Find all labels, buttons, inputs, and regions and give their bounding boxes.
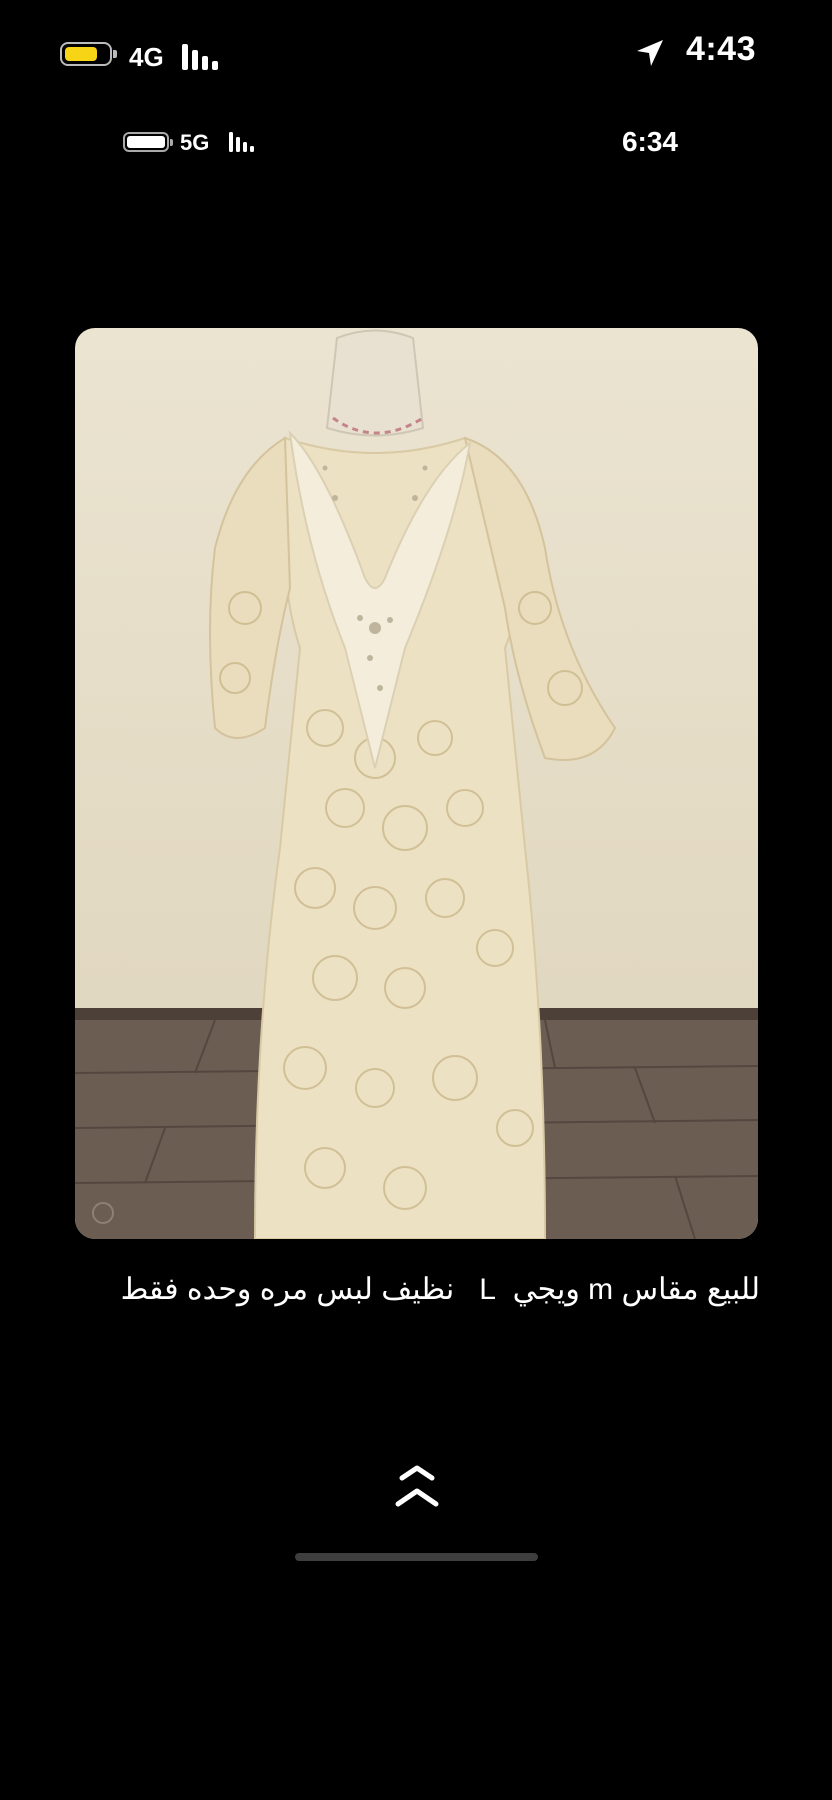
location-arrow-icon: [635, 38, 665, 73]
status-time: 4:43: [685, 30, 756, 68]
haraj-logo: حراج: [622, 1735, 832, 1800]
network-type-label: 5G: [180, 130, 210, 155]
battery-icon: [60, 42, 117, 66]
signal-bars-icon: [182, 44, 226, 75]
signal-bars-icon: [229, 132, 259, 157]
battery-icon: [123, 132, 173, 152]
chevron-up-icon[interactable]: [390, 1460, 444, 1515]
status-time: 6:34: [621, 126, 678, 157]
network-type-label: 4G: [129, 42, 164, 72]
product-photo[interactable]: [75, 328, 758, 1239]
home-indicator[interactable]: [295, 1553, 538, 1561]
listing-caption: للبيع مقاس m ويجي L نظيف لبس مره وحده فق…: [120, 1273, 760, 1306]
